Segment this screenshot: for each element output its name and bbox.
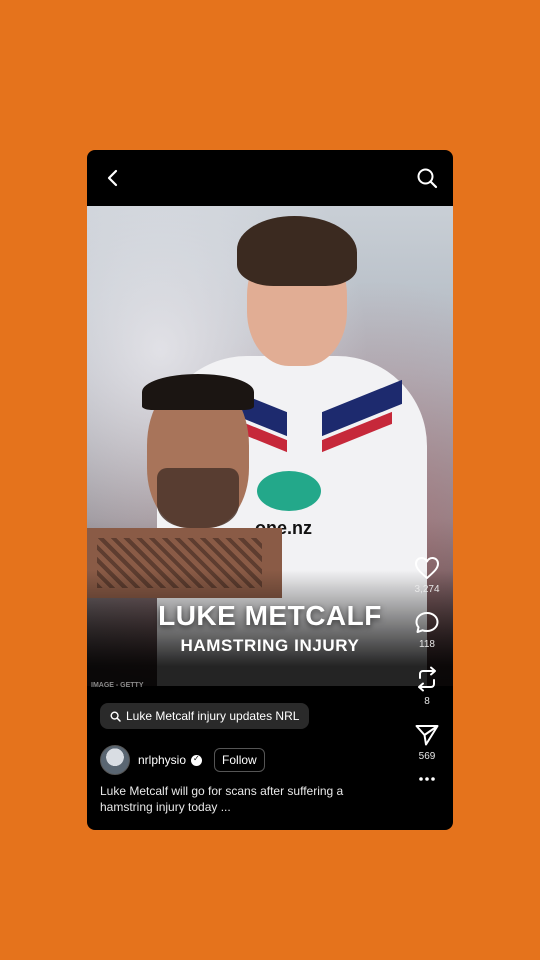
- repost-button[interactable]: 8: [415, 666, 439, 707]
- image-credit: IMAGE - GETTY: [91, 682, 144, 689]
- username[interactable]: nrlphysio: [138, 753, 186, 767]
- comment-count: 118: [419, 639, 435, 650]
- repost-icon: [418, 666, 436, 692]
- like-count: 3,274: [414, 584, 440, 595]
- search-chip-label: Luke Metcalf injury updates NRL: [126, 709, 300, 723]
- overlay-subtitle: HAMSTRING INJURY: [180, 636, 360, 655]
- video-post: one.nz LUKE METCALF HAMSTRING INJURY IMA…: [87, 150, 453, 830]
- more-icon: [419, 777, 435, 781]
- search-icon[interactable]: [413, 164, 441, 192]
- action-rail: 3,274 118 8 569: [407, 556, 447, 798]
- chevron-left-icon[interactable]: [99, 164, 127, 192]
- share-button[interactable]: 569: [414, 723, 440, 762]
- avatar[interactable]: [100, 745, 130, 775]
- commentator-overlay: [87, 374, 282, 598]
- search-suggestion-chip[interactable]: Luke Metcalf injury updates NRL: [100, 703, 310, 729]
- repost-count: 8: [424, 696, 430, 707]
- share-count: 569: [418, 751, 436, 762]
- follow-button[interactable]: Follow: [214, 748, 265, 772]
- comment-button[interactable]: 118: [414, 611, 440, 650]
- commentator-hair: [142, 374, 254, 410]
- post-caption[interactable]: Luke Metcalf will go for scans after suf…: [100, 783, 390, 815]
- top-bar: [87, 150, 453, 206]
- player-hair: [237, 216, 357, 286]
- search-icon: [110, 710, 121, 722]
- author-row: nrlphysio Follow: [100, 745, 265, 775]
- commentator-beard: [157, 468, 239, 528]
- heart-icon: [415, 557, 439, 579]
- like-button[interactable]: 3,274: [414, 556, 440, 595]
- verified-badge-icon: [191, 754, 203, 766]
- send-icon: [415, 725, 439, 746]
- comment-icon: [415, 612, 439, 633]
- overlay-title: LUKE METCALF: [158, 600, 382, 631]
- more-options-button[interactable]: [418, 776, 436, 782]
